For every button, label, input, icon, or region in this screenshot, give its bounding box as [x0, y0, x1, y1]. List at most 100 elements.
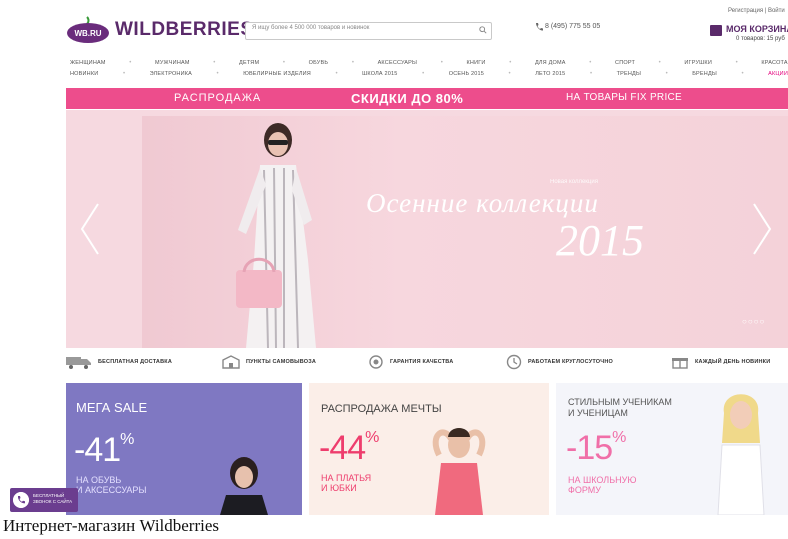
main-nav-row-1: ЖЕНЩИНАМ • МУЖЧИНАМ • ДЕТЯМ • ОБУВЬ • АКСЕСС… [70, 57, 788, 68]
tile-discount-value: -44 [319, 429, 366, 467]
promo-tile-school[interactable]: СТИЛЬНЫМ УЧЕНИКАМ И УЧЕНИЦАМ -15% НА ШКОЛ… [556, 383, 788, 515]
hero-banner[interactable]: Новая коллекция Осенние коллекции 2015 ○… [66, 110, 788, 348]
nav-item-sport[interactable]: СПОРТ [615, 60, 635, 66]
nav-item-school[interactable]: ШКОЛА 2015 [362, 71, 397, 77]
nav-separator: • [589, 59, 592, 66]
tile-model-image [717, 394, 765, 515]
tile-subtitle: НА ПЛАТЬЯ И ЮБКИ [321, 473, 371, 493]
carousel-next-icon[interactable] [750, 202, 774, 256]
nav-item-new[interactable]: НОВИНКИ [70, 71, 98, 77]
nav-item-kids[interactable]: ДЕТЯМ [239, 60, 259, 66]
logo-text[interactable]: WILDBERRIES [115, 19, 254, 41]
tile-subtitle-line: НА ШКОЛЬНУЮ [568, 475, 637, 485]
promo-sale-label: РАСПРОДАЖА [174, 92, 262, 104]
promo-tile-dream-sale[interactable]: РАСПРОДАЖА МЕЧТЫ -44% НА ПЛАТЬЯ И ЮБКИ [309, 383, 549, 515]
phone-number[interactable]: 8 (495) 775 55 05 [545, 23, 600, 30]
tile-discount: -44% [319, 429, 379, 468]
clock-icon [506, 354, 522, 370]
tile-heading-line: СТИЛЬНЫМ УЧЕНИКАМ [568, 397, 672, 407]
nav-separator: • [213, 59, 216, 66]
banner-caption: Новая коллекция [550, 179, 598, 185]
main-nav-row-2: НОВИНКИ • ЭЛЕКТРОНИКА • ЮВЕЛИРНЫЕ ИЗДЕЛИЯ •… [70, 68, 788, 79]
nav-separator: • [129, 59, 132, 66]
store-icon [222, 355, 240, 369]
nav-item-summer[interactable]: ЛЕТО 2015 [535, 71, 565, 77]
tile-subtitle-line: НА ОБУВЬ [76, 475, 122, 485]
nav-item-brands[interactable]: БРЕНДЫ [692, 71, 717, 77]
tile-discount-value: -41 [74, 431, 121, 469]
gift-icon [672, 358, 688, 369]
carousel-prev-icon[interactable] [78, 202, 102, 256]
tile-discount: -41% [74, 431, 134, 470]
feature-label: ПУНКТЫ САМОВЫВОЗА [246, 359, 317, 365]
search-icon[interactable] [479, 26, 487, 34]
cart-icon[interactable] [710, 25, 722, 36]
banner-year: 2015 [556, 216, 644, 265]
callback-label: БЕСПЛАТНЫЙ ЗВОНОК С САЙТА [33, 493, 72, 505]
image-caption: Интернет-магазин Wildberries [3, 515, 313, 537]
quality-icon [369, 355, 383, 369]
cart-button[interactable]: МОЯ КОРЗИНА [726, 24, 788, 34]
nav-item-autumn[interactable]: ОСЕНЬ 2015 [449, 71, 484, 77]
nav-separator: • [589, 70, 593, 77]
nav-item-shoes[interactable]: ОБУВЬ [309, 60, 329, 66]
nav-separator: • [216, 70, 219, 77]
tile-discount-percent: % [612, 429, 626, 446]
promo-fixprice-label: НА ТОВАРЫ FIX PRICE [566, 92, 683, 103]
nav-item-promotions[interactable]: АКЦИИ [768, 71, 788, 77]
search-input[interactable]: Я ищу более 4 500 000 товаров и новинок [245, 22, 492, 40]
nav-separator: • [665, 70, 668, 77]
tile-heading: РАСПРОДАЖА МЕЧТЫ [321, 403, 442, 415]
nav-item-beauty[interactable]: КРАСОТА [761, 60, 787, 66]
logo-badge-icon[interactable]: WB.RU [65, 16, 111, 44]
tile-discount: -15% [566, 429, 626, 468]
truck-icon [66, 357, 91, 369]
feature-label: ГАРАНТИЯ КАЧЕСТВА [390, 359, 454, 365]
carousel-dots[interactable]: ○○○○ [742, 317, 765, 326]
nav-item-jewelry[interactable]: ЮВЕЛИРНЫЕ ИЗДЕЛИЯ [243, 71, 311, 77]
feature-free-delivery[interactable]: БЕСПЛАТНАЯ ДОСТАВКА [66, 347, 172, 377]
feature-pickup-points[interactable]: ПУНКТЫ САМОВЫВОЗА [222, 347, 316, 377]
nav-item-trends[interactable]: ТРЕНДЫ [617, 71, 641, 77]
feature-label: РАБОТАЕМ КРУГЛОСУТОЧНО [528, 359, 613, 365]
promo-discount-label: СКИДКИ ДО 80% [351, 91, 464, 106]
nav-separator: • [509, 59, 512, 66]
nav-separator: • [422, 70, 425, 77]
promo-tile-mega-sale[interactable]: МЕГА SALE -41% НА ОБУВЬ И АКСЕССУАРЫ [66, 383, 302, 515]
feature-label: КАЖДЫЙ ДЕНЬ НОВИНКИ [695, 359, 771, 365]
tile-subtitle-line: И АКСЕССУАРЫ [76, 485, 147, 495]
nav-item-toys[interactable]: ИГРУШКИ [684, 60, 712, 66]
nav-separator: • [658, 59, 661, 66]
feature-label: БЕСПЛАТНАЯ ДОСТАВКА [98, 359, 173, 365]
feature-quality[interactable]: ГАРАНТИЯ КАЧЕСТВА [368, 347, 453, 377]
tile-model-image [432, 428, 486, 515]
tile-subtitle-line: И ЮБКИ [321, 483, 357, 493]
tile-subtitle: НА ШКОЛЬНУЮ ФОРМУ [568, 475, 636, 495]
banner-model-image [236, 123, 316, 348]
nav-separator: • [351, 59, 354, 66]
nav-item-home[interactable]: ДЛЯ ДОМА [535, 60, 566, 66]
feature-24h[interactable]: РАБОТАЕМ КРУГЛОСУТОЧНО [506, 347, 613, 377]
tile-discount-percent: % [120, 431, 134, 448]
nav-item-women[interactable]: ЖЕНЩИНАМ [70, 60, 106, 66]
tile-heading: СТИЛЬНЫМ УЧЕНИКАМ И УЧЕНИЦАМ [568, 397, 672, 419]
tile-subtitle: НА ОБУВЬ И АКСЕССУАРЫ [76, 475, 146, 495]
tile-subtitle-line: НА ПЛАТЬЯ [321, 473, 372, 483]
tile-subtitle-line: ФОРМУ [568, 485, 601, 495]
nav-separator: • [741, 70, 744, 77]
nav-item-electronics[interactable]: ЭЛЕКТРОНИКА [150, 71, 192, 77]
feature-daily-new[interactable]: КАЖДЫЙ ДЕНЬ НОВИНКИ [671, 347, 770, 377]
promo-bar[interactable]: РАСПРОДАЖА СКИДКИ ДО 80% НА ТОВАРЫ FIX P… [66, 88, 788, 109]
phone-callback-icon [13, 492, 29, 508]
tile-discount-value: -15 [566, 429, 613, 467]
nav-item-books[interactable]: КНИГИ [467, 60, 486, 66]
nav-item-men[interactable]: МУЖЧИНАМ [155, 60, 190, 66]
tile-model-image [220, 457, 268, 515]
tile-heading: МЕГА SALE [76, 400, 148, 415]
nav-separator: • [282, 59, 285, 66]
features-strip: БЕСПЛАТНАЯ ДОСТАВКА ПУНКТЫ САМОВЫВОЗА ГА… [66, 347, 788, 377]
callback-button[interactable]: БЕСПЛАТНЫЙ ЗВОНОК С САЙТА [10, 488, 78, 512]
auth-links[interactable]: Регистрация | Войти [728, 8, 785, 14]
logo-badge-text: WB.RU [74, 29, 101, 38]
nav-item-accessories[interactable]: АКСЕССУАРЫ [378, 60, 418, 66]
